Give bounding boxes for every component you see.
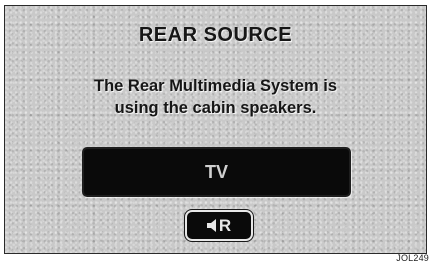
figure-reference-code: JOL249 <box>396 253 429 263</box>
speaker-icon <box>206 219 218 232</box>
rear-source-screen: REAR SOURCE The Rear Multimedia System i… <box>4 5 427 254</box>
status-message: The Rear Multimedia System is using the … <box>5 75 426 119</box>
tv-button-label: TV <box>204 161 228 182</box>
status-message-line-1: The Rear Multimedia System is <box>94 77 337 95</box>
status-message-line-2: using the cabin speakers. <box>114 99 317 117</box>
screen-title: REAR SOURCE <box>138 24 293 46</box>
rear-button-label: R <box>218 215 232 235</box>
tv-source-button[interactable]: TV <box>82 147 351 197</box>
rear-speaker-button[interactable]: R <box>184 209 254 242</box>
